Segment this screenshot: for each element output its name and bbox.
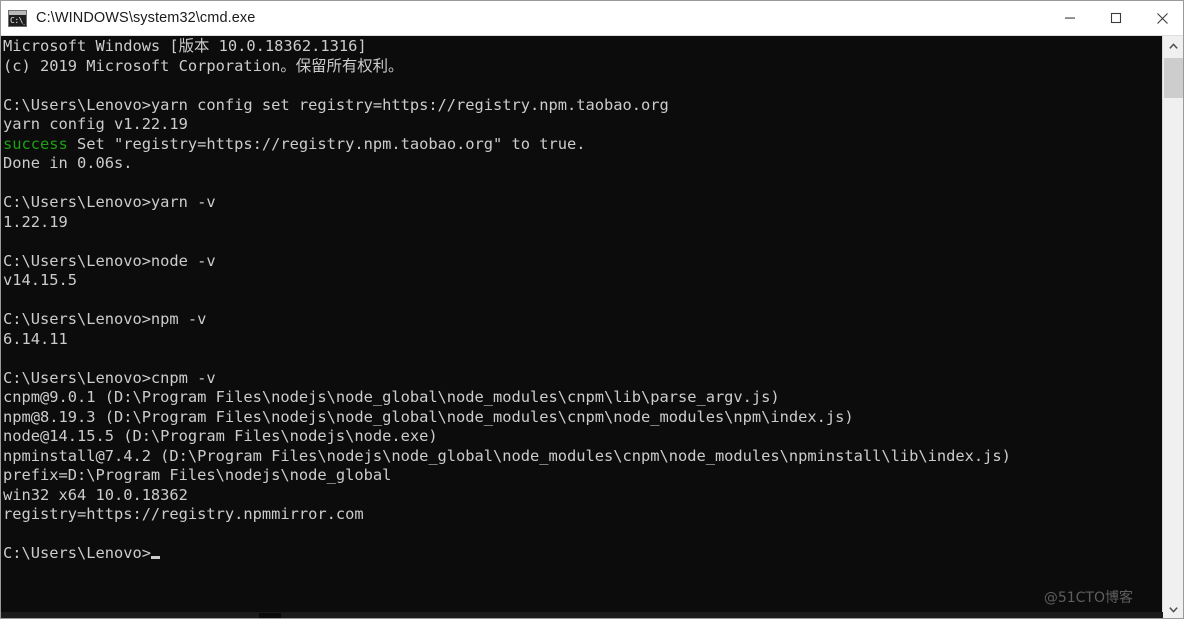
console-line: C:\Users\Lenovo>	[3, 544, 1011, 564]
console-line-text: npm@8.19.3 (D:\Program Files\nodejs\node…	[3, 407, 854, 426]
window-title: C:\WINDOWS\system32\cmd.exe	[36, 10, 256, 26]
console-line-text: prefix=D:\Program Files\nodejs\node_glob…	[3, 466, 392, 484]
console-line: success Set "registry=https://registry.n…	[3, 135, 1011, 155]
console-line-text: C:\Users\Lenovo>node -v	[3, 251, 216, 270]
console-line-text: C:\Users\Lenovo>	[3, 544, 151, 562]
console-success-token: success	[3, 134, 68, 153]
console-line-text: Microsoft Windows [版本 10.0.18362.1316]	[3, 37, 367, 55]
console-line: C:\Users\Lenovo>yarn -v	[3, 193, 1011, 213]
console-line-text: C:\Users\Lenovo>yarn -v	[3, 193, 216, 211]
console-line-text: Done in 0.06s.	[3, 154, 133, 172]
scroll-up-arrow-icon[interactable]	[1163, 36, 1183, 56]
console-line-text: Set "registry=https://registry.npm.taoba…	[67, 134, 586, 153]
console-line: 1.22.19	[3, 213, 1011, 233]
scroll-down-arrow-icon[interactable]	[1163, 599, 1183, 618]
cmd-window: C:\_ C:\WINDOWS\system32\cmd.exe	[0, 0, 1184, 619]
console-line: cnpm@9.0.1 (D:\Program Files\nodejs\node…	[3, 388, 1011, 408]
console-line: (c) 2019 Microsoft Corporation。保留所有权利。	[3, 57, 1011, 77]
window-bottom-nub	[259, 613, 281, 618]
console-line: C:\Users\Lenovo>cnpm -v	[3, 369, 1011, 389]
console-line-text: yarn config v1.22.19	[3, 115, 188, 133]
console-line-text: C:\Users\Lenovo>cnpm -v	[3, 368, 216, 387]
minimize-button[interactable]	[1047, 1, 1093, 35]
console-line: C:\Users\Lenovo>yarn config set registry…	[3, 96, 1011, 116]
console-line: npm@8.19.3 (D:\Program Files\nodejs\node…	[3, 408, 1011, 428]
console-line-text: node@14.15.5 (D:\Program Files\nodejs\no…	[3, 427, 438, 445]
window-controls	[1047, 1, 1183, 35]
console-line: prefix=D:\Program Files\nodejs\node_glob…	[3, 466, 1011, 486]
cmd-app-icon: C:\_	[8, 9, 27, 27]
console-line-text: C:\Users\Lenovo>npm -v	[3, 310, 207, 328]
window-bottom-edge	[1, 612, 1163, 618]
console-line: node@14.15.5 (D:\Program Files\nodejs\no…	[3, 427, 1011, 447]
console-line-text: win32 x64 10.0.18362	[3, 485, 188, 504]
console-line-text: v14.15.5	[3, 271, 77, 289]
console-line: yarn config v1.22.19	[3, 115, 1011, 135]
console-line: C:\Users\Lenovo>npm -v	[3, 310, 1011, 330]
console-line-text: npminstall@7.4.2 (D:\Program Files\nodej…	[3, 446, 1011, 465]
console-output-area[interactable]: Microsoft Windows [版本 10.0.18362.1316] (c…	[1, 36, 1163, 618]
console-line: Done in 0.06s.	[3, 154, 1011, 174]
console-line-text: registry=https://registry.npmmirror.com	[3, 505, 364, 523]
console-line: win32 x64 10.0.18362	[3, 486, 1011, 506]
scrollbar-thumb[interactable]	[1164, 58, 1183, 98]
console-line-text: C:\Users\Lenovo>yarn config set registry…	[3, 95, 669, 114]
console-line-text: cnpm@9.0.1 (D:\Program Files\nodejs\node…	[3, 388, 780, 406]
console-line-text: 1.22.19	[3, 212, 68, 231]
text-cursor	[150, 556, 160, 559]
console-line-text: 6.14.11	[3, 329, 68, 348]
console-line: registry=https://registry.npmmirror.com	[3, 505, 1011, 525]
console-line: C:\Users\Lenovo>node -v	[3, 252, 1011, 272]
watermark-label: @51CTO博客	[1043, 590, 1133, 606]
vertical-scrollbar[interactable]	[1162, 36, 1183, 618]
console-line: v14.15.5	[3, 271, 1011, 291]
console-line: Microsoft Windows [版本 10.0.18362.1316]	[3, 37, 1011, 57]
console-line: npminstall@7.4.2 (D:\Program Files\nodej…	[3, 447, 1011, 467]
console-line-text: (c) 2019 Microsoft Corporation。保留所有权利。	[3, 56, 404, 75]
maximize-button[interactable]	[1093, 1, 1139, 35]
close-button[interactable]	[1139, 1, 1183, 35]
console-line: 6.14.11	[3, 330, 1011, 350]
console-text: Microsoft Windows [版本 10.0.18362.1316] (c…	[3, 37, 1011, 564]
cmd-icon-glyph: C:\_	[10, 15, 25, 25]
title-bar[interactable]: C:\_ C:\WINDOWS\system32\cmd.exe	[1, 1, 1183, 36]
